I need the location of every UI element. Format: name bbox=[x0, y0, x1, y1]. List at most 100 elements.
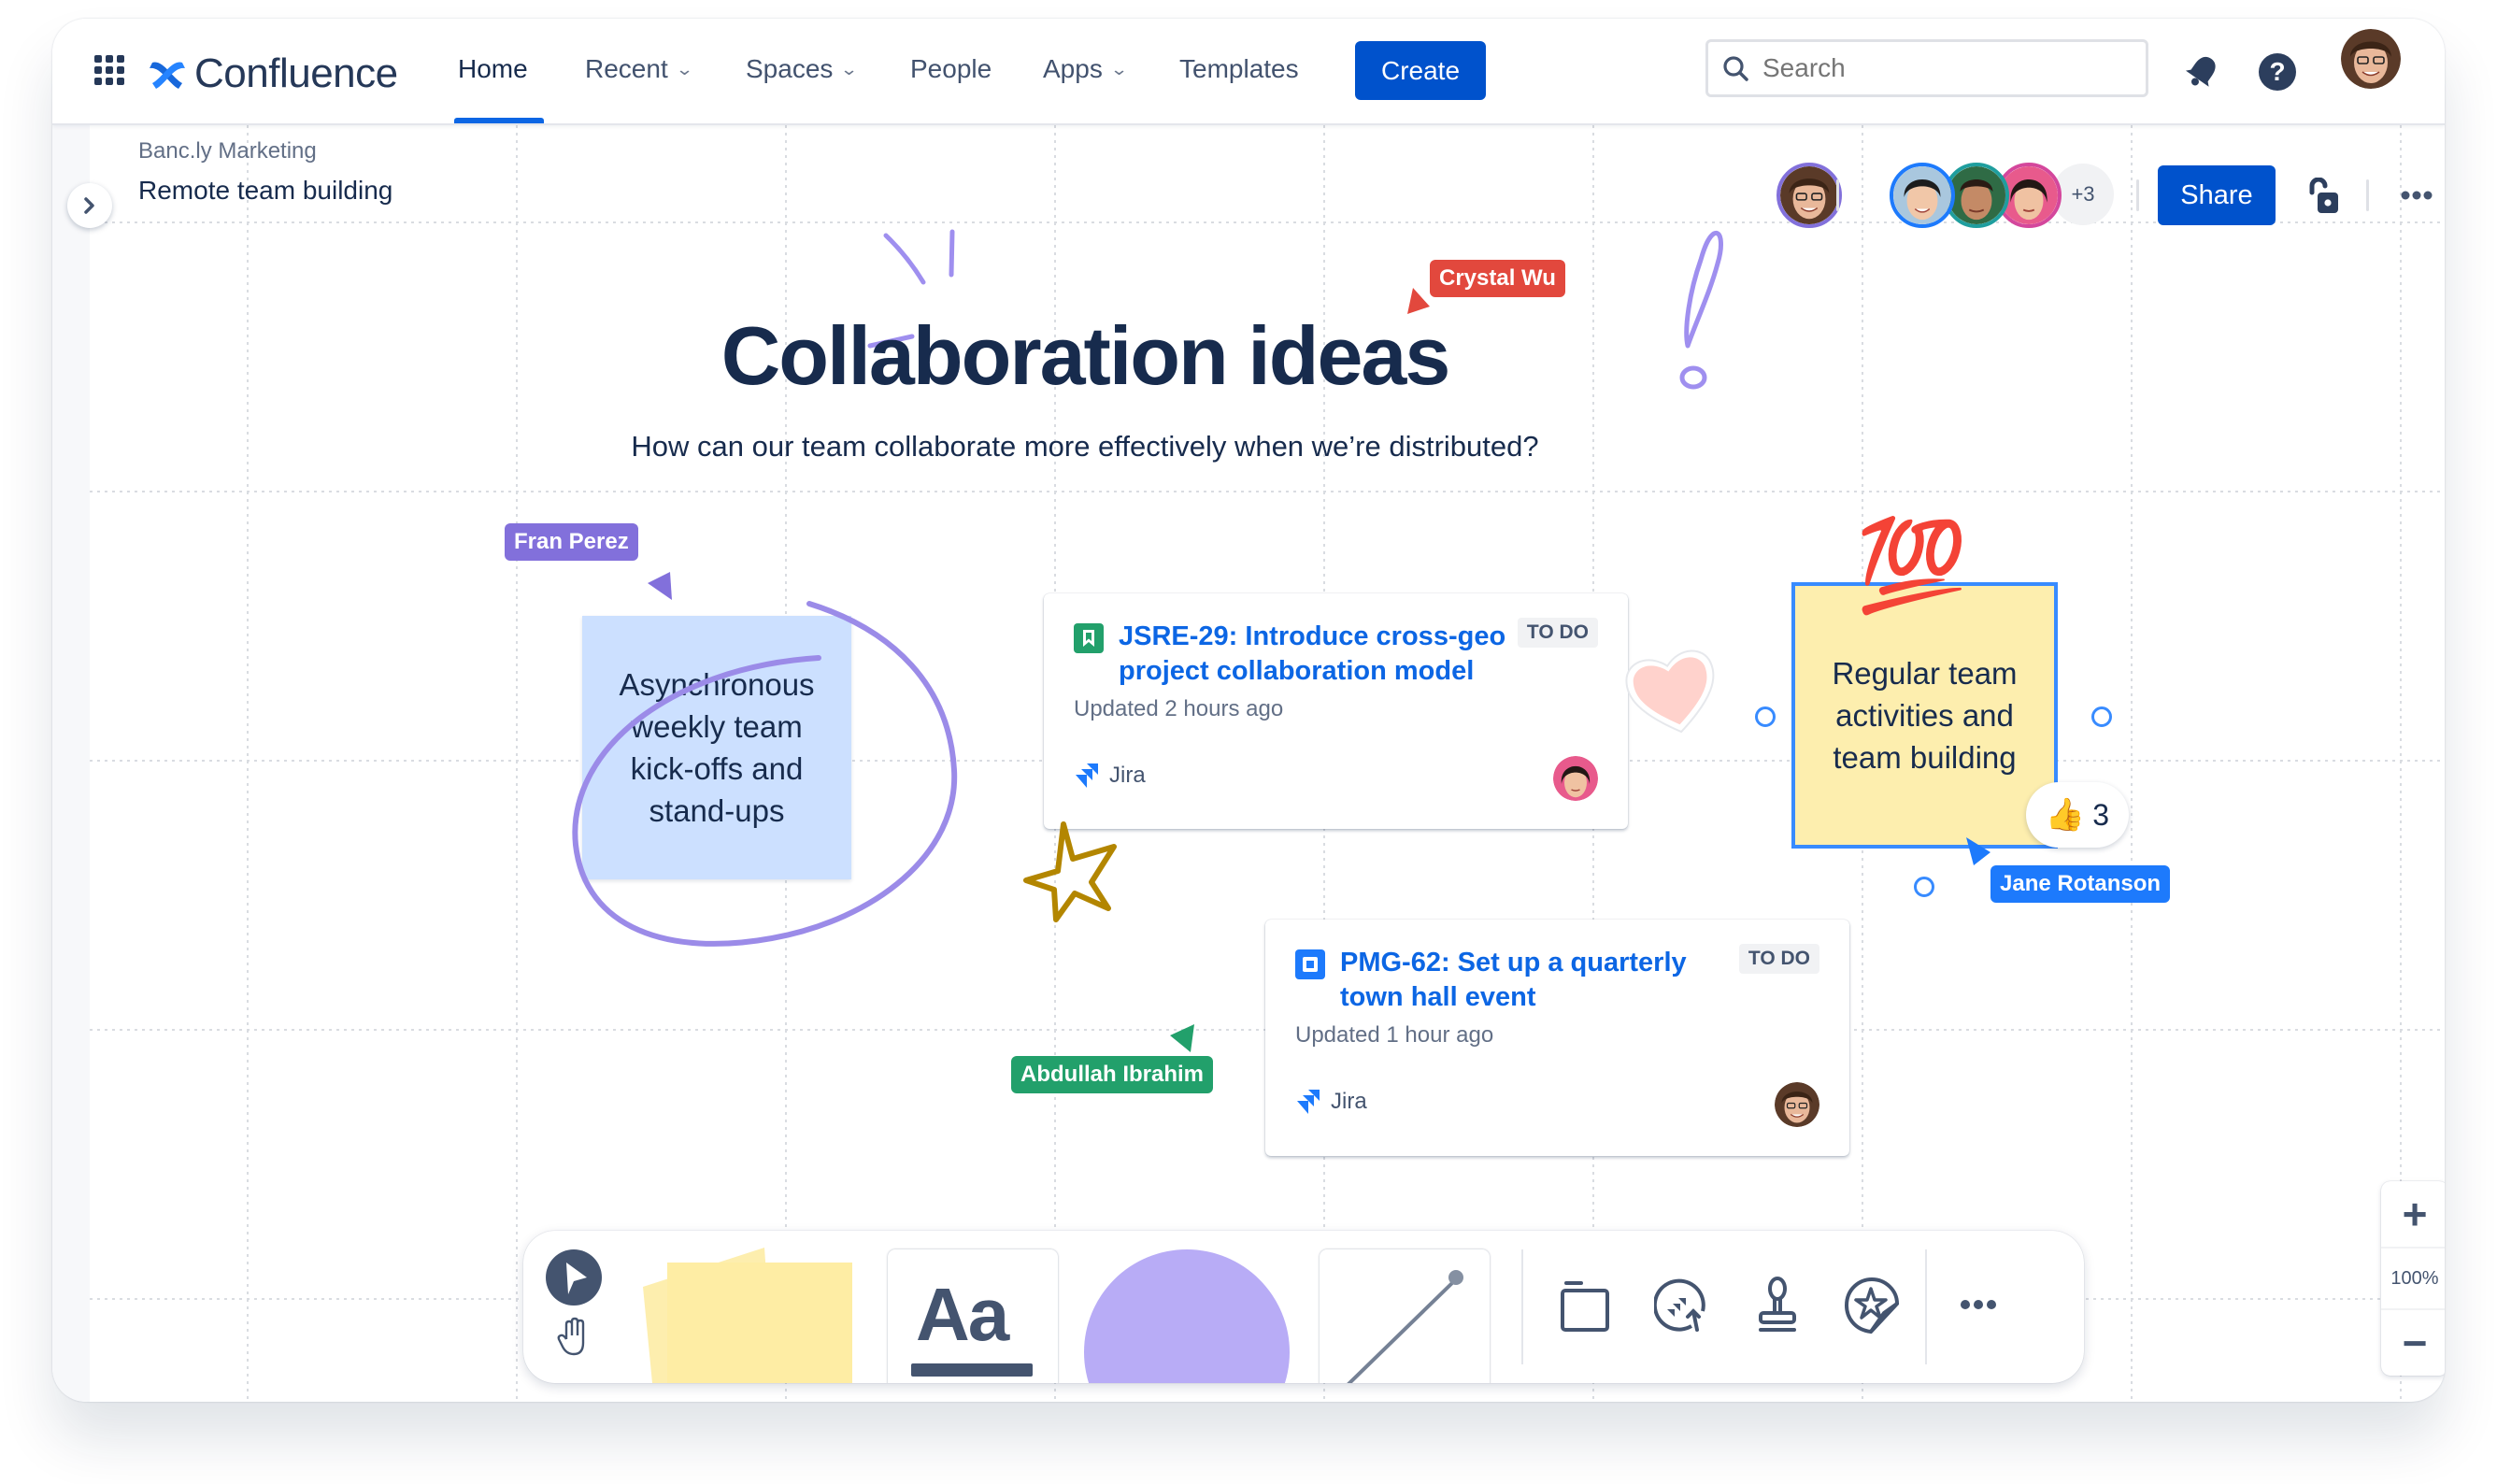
nav-spaces-label: Spaces bbox=[746, 54, 834, 83]
text-tool[interactable]: Aa bbox=[888, 1249, 1058, 1383]
zoom-out-button[interactable]: − bbox=[2381, 1310, 2445, 1376]
jira-icon bbox=[1297, 1090, 1320, 1114]
notifications-button[interactable] bbox=[2185, 52, 2220, 90]
divider bbox=[2136, 179, 2139, 211]
zoom-in-button[interactable]: + bbox=[2381, 1181, 2445, 1247]
bell-icon bbox=[2185, 56, 2216, 87]
confluence-logo[interactable]: Confluence bbox=[150, 50, 398, 97]
nav-recent[interactable]: Recent ⌄ bbox=[585, 54, 694, 84]
current-user-avatar[interactable] bbox=[1776, 163, 1842, 228]
cursor-pointer-icon bbox=[1170, 1024, 1194, 1052]
zoom-controls: + 100% − bbox=[2381, 1181, 2445, 1376]
top-nav: Confluence Home Recent ⌄ Spaces ⌄ People A… bbox=[52, 19, 2445, 125]
app-name: Confluence bbox=[194, 50, 398, 96]
assignee-avatar bbox=[1553, 756, 1598, 801]
status-badge: TO DO bbox=[1517, 618, 1598, 648]
resize-handle-left[interactable] bbox=[1755, 706, 1776, 727]
board-title: Collaboration ideas bbox=[721, 309, 1451, 402]
more-tools-button[interactable] bbox=[1953, 1291, 2004, 1319]
hundred-sticker[interactable]: 💯 bbox=[1856, 520, 1968, 613]
chevron-right-icon bbox=[84, 197, 94, 214]
jira-sync-tool[interactable] bbox=[1652, 1277, 1710, 1334]
jira-import-icon bbox=[1652, 1278, 1705, 1332]
board-subtitle: How can our team collaborate more effect… bbox=[631, 430, 1539, 463]
zoom-level[interactable]: 100% bbox=[2381, 1249, 2445, 1308]
chevron-down-icon: ⌄ bbox=[675, 59, 694, 78]
expand-sidebar-button[interactable] bbox=[67, 183, 112, 228]
user-avatar bbox=[1780, 166, 1838, 224]
frame-icon bbox=[1561, 1281, 1609, 1332]
help-button[interactable]: ? bbox=[2259, 53, 2296, 91]
chevron-down-icon: ⌄ bbox=[840, 59, 859, 78]
search-field[interactable] bbox=[1705, 39, 2148, 97]
nav-templates-label: Templates bbox=[1179, 54, 1299, 83]
card-title-link[interactable]: PMG-62: Set up a quarterly town hall eve… bbox=[1340, 946, 1751, 1015]
chevron-down-icon: ⌄ bbox=[1109, 59, 1129, 78]
cursor-label-abdullah-ibrahim: Abdullah Ibrahim bbox=[1011, 1056, 1214, 1093]
search-input[interactable] bbox=[1761, 52, 2119, 84]
card-source-label: Jira bbox=[1109, 763, 1146, 788]
user-avatar bbox=[1948, 166, 2005, 224]
user-avatar bbox=[1893, 166, 1951, 224]
frame-tool[interactable] bbox=[1557, 1277, 1613, 1334]
jira-icon bbox=[1076, 763, 1098, 788]
creation-toolbar: Aa bbox=[523, 1231, 2084, 1383]
nav-active-indicator bbox=[454, 118, 544, 123]
select-tool[interactable] bbox=[546, 1249, 602, 1306]
unlock-icon bbox=[2309, 177, 2338, 213]
assignee-avatar bbox=[1775, 1082, 1819, 1127]
nav-home-label: Home bbox=[458, 54, 528, 83]
card-updated-time: Updated 2 hours ago bbox=[1074, 696, 1284, 721]
sticky-note-text: Regular team activities and team buildin… bbox=[1832, 656, 2018, 775]
card-title-link[interactable]: JSRE-29: Introduce cross-geo project col… bbox=[1119, 620, 1530, 689]
sticky-note-selected[interactable]: Regular team activities and team buildin… bbox=[1791, 582, 2058, 849]
profile-avatar[interactable] bbox=[2341, 29, 2401, 89]
sticky-note-tool[interactable] bbox=[624, 1231, 867, 1383]
jira-card[interactable]: JSRE-29: Introduce cross-geo project col… bbox=[1044, 593, 1628, 829]
share-button[interactable]: Share bbox=[2158, 165, 2276, 225]
text-tool-label: Aa bbox=[916, 1273, 1009, 1356]
line-icon bbox=[1347, 1270, 1463, 1383]
create-button[interactable]: Create bbox=[1355, 41, 1486, 100]
nav-spaces[interactable]: Spaces ⌄ bbox=[746, 54, 859, 84]
line-tool[interactable] bbox=[1320, 1249, 1490, 1383]
resize-handle-right[interactable] bbox=[2091, 706, 2112, 727]
app-window: Confluence Home Recent ⌄ Spaces ⌄ People A… bbox=[52, 19, 2445, 1402]
card-source: Jira bbox=[1295, 1088, 1367, 1116]
nav-people[interactable]: People bbox=[910, 54, 992, 84]
divider bbox=[1836, 179, 1839, 211]
nav-apps[interactable]: Apps ⌄ bbox=[1043, 54, 1129, 84]
hand-tool[interactable] bbox=[555, 1317, 592, 1358]
confluence-logo-icon bbox=[150, 62, 185, 89]
shape-tool[interactable] bbox=[1084, 1249, 1290, 1383]
cursor-label-jane-rotanson: Jane Rotanson bbox=[1990, 865, 2171, 903]
app-switcher-button[interactable] bbox=[93, 54, 125, 86]
cursor-pointer-icon bbox=[1966, 837, 1990, 865]
jira-card[interactable]: PMG-62: Set up a quarterly town hall eve… bbox=[1265, 920, 1849, 1156]
resize-handle-bottom[interactable] bbox=[1914, 877, 1934, 897]
nav-home[interactable]: Home bbox=[458, 54, 528, 84]
reaction-badge[interactable]: 👍 3 bbox=[2026, 782, 2129, 848]
cursor-label-crystal-wu: Crystal Wu bbox=[1430, 260, 1565, 297]
page-title: Remote team building bbox=[138, 176, 393, 205]
lock-button[interactable] bbox=[2306, 177, 2340, 215]
reaction-count: 3 bbox=[2092, 797, 2110, 832]
story-icon bbox=[1074, 623, 1104, 653]
hand-icon bbox=[557, 1317, 585, 1356]
more-collaborators-count: +3 bbox=[2071, 182, 2095, 206]
nav-templates[interactable]: Templates bbox=[1179, 54, 1299, 84]
star-drawing bbox=[1023, 821, 1117, 922]
breadcrumb-space[interactable]: Banc.ly Marketing bbox=[138, 138, 317, 164]
heart-sticker[interactable] bbox=[1617, 635, 1729, 748]
status-badge: TO DO bbox=[1738, 944, 1819, 974]
whiteboard-canvas[interactable]: Banc.ly Marketing Remote team building +… bbox=[90, 125, 2445, 1402]
lasso-drawing bbox=[572, 601, 958, 947]
nav-recent-label: Recent bbox=[585, 54, 668, 83]
task-icon bbox=[1295, 949, 1325, 979]
stamp-tool[interactable] bbox=[1749, 1276, 1805, 1335]
grid-icon bbox=[94, 55, 124, 85]
card-source-label: Jira bbox=[1331, 1089, 1367, 1114]
more-actions-button[interactable] bbox=[2398, 181, 2435, 209]
sticker-tool[interactable] bbox=[1843, 1276, 1901, 1335]
collaborator-avatar[interactable] bbox=[1890, 163, 1955, 228]
